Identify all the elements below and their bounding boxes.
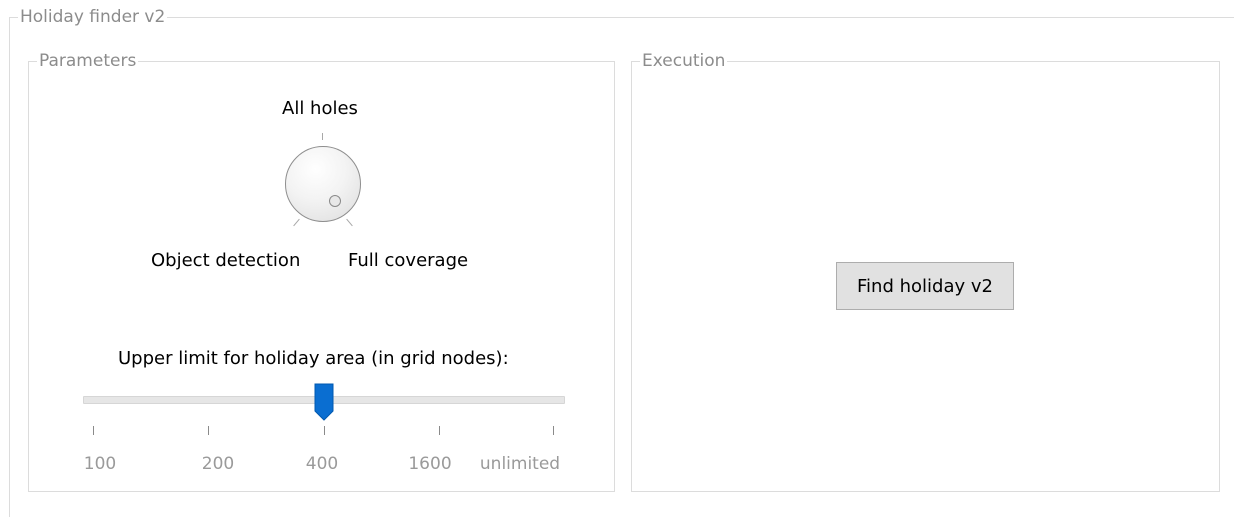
area-limit-slider-handle[interactable] [313,383,335,421]
parameters-group-title: Parameters [37,50,139,72]
slider-tick-label-200: 200 [201,454,235,474]
parameters-group: Parameters [28,50,615,492]
slider-tick-label-unlimited: unlimited [479,454,561,474]
slider-tick [93,426,94,435]
find-holiday-button[interactable]: Find holiday v2 [836,262,1014,310]
dial-label-object-detection: Object detection [151,250,301,271]
slider-handle-icon [314,383,334,421]
slider-tick-label-100: 100 [83,454,117,474]
execution-group-title: Execution [640,50,728,72]
slider-tick [553,426,554,435]
slider-tick [324,426,325,435]
slider-tick [439,426,440,435]
slider-tick [208,426,209,435]
dial-tick-top [322,133,323,140]
slider-label: Upper limit for holiday area (in grid no… [118,348,509,369]
slider-tick-label-400: 400 [305,454,339,474]
dial-label-full-coverage: Full coverage [348,250,469,271]
mode-dial[interactable] [285,146,361,222]
dial-label-all-holes: All holes [282,98,358,119]
slider-tick-label-1600: 1600 [408,454,452,474]
holiday-finder-group-title: Holiday finder v2 [18,6,168,28]
dial-indicator-dot [329,195,341,207]
